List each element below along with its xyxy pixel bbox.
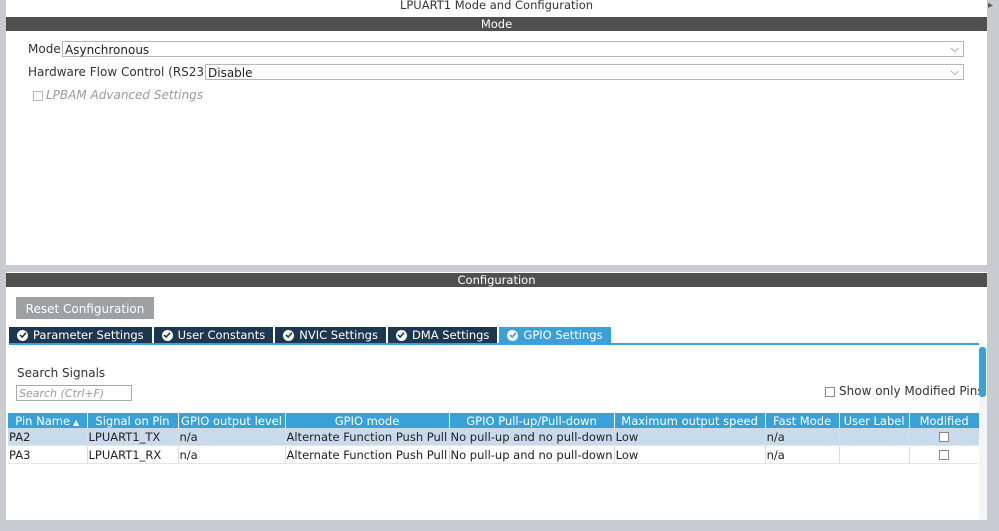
mode-label: Mode [28, 42, 61, 56]
reset-configuration-button[interactable]: Reset Configuration [16, 297, 154, 319]
gpio-signal-table: Pin Name ▲ Signal on Pin GPIO output leve… [8, 413, 980, 464]
flow-control-select-value: Disable [208, 66, 253, 80]
collapse-arrow-icon[interactable]: ▸ [988, 0, 993, 11]
column-header-pin-name[interactable]: Pin Name ▲ [8, 413, 88, 428]
column-header-pull[interactable]: GPIO Pull-up/Pull-down [449, 413, 615, 428]
mode-select-value: Asynchronous [65, 43, 150, 57]
show-modified-pins-checkbox[interactable]: Show only Modified Pins [825, 384, 984, 398]
column-header-gpio-mode[interactable]: GPIO mode [285, 413, 450, 428]
tab-label: GPIO Settings [523, 328, 603, 342]
lpbam-advanced-checkbox[interactable]: LPBAM Advanced Settings [33, 88, 203, 102]
column-header-modified[interactable]: Modified [909, 413, 980, 428]
cell-user-label[interactable] [839, 428, 910, 446]
cell-pin: PA2 [8, 428, 88, 446]
check-circle-icon [395, 329, 407, 341]
lpbam-label: LPBAM Advanced Settings [46, 88, 204, 102]
table-header-row: Pin Name ▲ Signal on Pin GPIO output leve… [8, 413, 980, 428]
column-header-speed[interactable]: Maximum output speed [614, 413, 766, 428]
check-circle-icon [161, 329, 173, 341]
cell-level: n/a [178, 428, 286, 446]
scrollbar-thumb[interactable] [979, 347, 986, 397]
tab-label: NVIC Settings [299, 328, 378, 342]
window-title: LPUART1 Mode and Configuration [399, 0, 594, 12]
cell-pull: No pull-up and no pull-down [449, 445, 615, 464]
column-header-fast-mode[interactable]: Fast Mode [765, 413, 840, 428]
column-header-signal[interactable]: Signal on Pin [87, 413, 179, 428]
check-circle-icon [507, 329, 519, 341]
modified-checkbox[interactable] [939, 450, 950, 460]
cell-modified [909, 445, 980, 464]
cell-signal: LPUART1_RX [87, 445, 179, 464]
tab-nvic-settings[interactable]: NVIC Settings [275, 327, 386, 343]
show-modified-label: Show only Modified Pins [839, 384, 984, 398]
table-row[interactable]: PA3 LPUART1_RX n/a Alternate Function Pu… [8, 445, 980, 464]
cell-fast: n/a [765, 445, 840, 464]
cell-mode: Alternate Function Push Pull [285, 428, 450, 446]
tab-underline [9, 343, 979, 345]
checkbox-box[interactable] [825, 386, 835, 397]
tab-dma-settings[interactable]: DMA Settings [387, 327, 498, 343]
flow-control-label: Hardware Flow Control (RS232) [28, 65, 217, 79]
checkbox-box[interactable] [33, 90, 43, 101]
modified-checkbox[interactable] [939, 432, 950, 442]
cell-speed: Low [614, 428, 766, 446]
cell-user-label[interactable] [839, 445, 910, 464]
configuration-section-bar: Configuration [6, 273, 987, 287]
chevron-down-icon: ⌵ [950, 42, 959, 55]
configuration-pane [6, 287, 987, 520]
sort-ascending-icon: ▲ [73, 417, 80, 427]
window-frame-bottom [0, 520, 999, 531]
tab-user-constants[interactable]: User Constants [153, 327, 274, 343]
tab-label: User Constants [177, 328, 266, 342]
cell-pull: No pull-up and no pull-down [449, 428, 615, 446]
window-frame-right: ▸ [987, 0, 999, 531]
flow-control-select[interactable]: Disable ⌵ [205, 64, 964, 80]
cell-pin: PA3 [8, 445, 88, 464]
tab-label: Parameter Settings [33, 328, 144, 342]
tab-parameter-settings[interactable]: Parameter Settings [9, 327, 152, 343]
column-header-output-level[interactable]: GPIO output level [178, 413, 286, 428]
search-signals-input[interactable] [16, 385, 132, 401]
cell-fast: n/a [765, 428, 840, 446]
column-header-user-label[interactable]: User Label [839, 413, 910, 428]
cell-modified [909, 428, 980, 446]
cell-level: n/a [178, 445, 286, 464]
tab-gpio-settings[interactable]: GPIO Settings [499, 327, 611, 343]
mode-section-bar: Mode [6, 17, 987, 31]
section-splitter[interactable] [6, 265, 987, 272]
search-signals-label: Search Signals [17, 366, 106, 380]
cell-mode: Alternate Function Push Pull [285, 445, 450, 464]
config-tab-bar: Parameter Settings User Constants NVIC S… [9, 327, 613, 343]
table-row[interactable]: PA2 LPUART1_TX n/a Alternate Function Pu… [8, 428, 980, 446]
chevron-down-icon: ⌵ [950, 65, 959, 78]
mode-select[interactable]: Asynchronous ⌵ [62, 41, 964, 57]
tab-label: DMA Settings [411, 328, 490, 342]
check-circle-icon [283, 329, 295, 341]
cell-speed: Low [614, 445, 766, 464]
check-circle-icon [17, 329, 28, 341]
cell-signal: LPUART1_TX [87, 428, 179, 446]
